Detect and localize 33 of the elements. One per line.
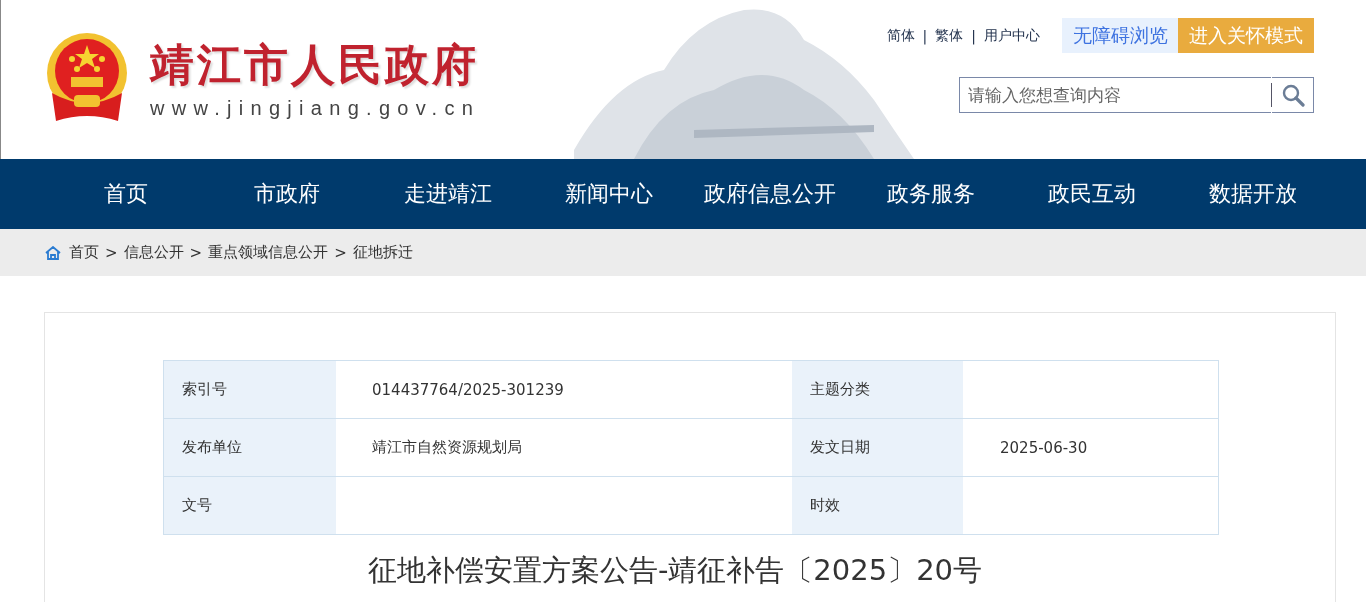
breadcrumb-separator: > [105,243,118,262]
home-icon [45,245,61,260]
breadcrumb-link[interactable]: 征地拆迁 [352,243,413,262]
label-cell: 索引号 [164,361,336,419]
emblem-icon [44,33,130,123]
nav-link[interactable]: 市政府 [206,159,367,229]
link-separator: | [971,27,976,44]
label-cell: 文号 [164,477,336,535]
top-link[interactable]: 繁体 [935,26,964,45]
breadcrumb-link[interactable]: 首页 [69,243,99,262]
nav-link[interactable]: 数据开放 [1172,159,1333,229]
nav-link[interactable]: 新闻中心 [528,159,689,229]
link-separator: | [922,27,928,44]
article-title: 征地补偿安置方案公告-靖征补告〔2025〕20号 [366,552,984,589]
top-link[interactable]: 用户中心 [984,26,1040,45]
breadcrumb-link[interactable]: 信息公开 [123,243,184,262]
top-link[interactable]: 简体 [886,26,915,45]
breadcrumb-link[interactable]: 重点领域信息公开 [208,243,329,262]
label-cell: 时效 [792,477,963,535]
accessibility-button[interactable]: 无障碍浏览 [1062,18,1178,53]
nav-link[interactable]: 首页 [45,159,206,229]
label-cell: 发文日期 [792,419,963,477]
nav-link[interactable]: 政府信息公开 [689,159,850,229]
nav-link[interactable]: 走进靖江 [367,159,528,229]
label-cell: 发布单位 [164,419,336,477]
breadcrumb-separator: > [189,243,203,262]
label-cell: 主题分类 [792,361,963,419]
site-url: www.jingjiang.gov.cn [150,97,481,120]
breadcrumb-separator: > [334,243,347,262]
site-title: 靖江市人民政府 [150,38,480,92]
nav-link[interactable]: 政民互动 [1011,159,1172,229]
nav-link[interactable]: 政务服务 [850,159,1011,229]
value-cell: 2025-06-30 [963,419,1218,477]
